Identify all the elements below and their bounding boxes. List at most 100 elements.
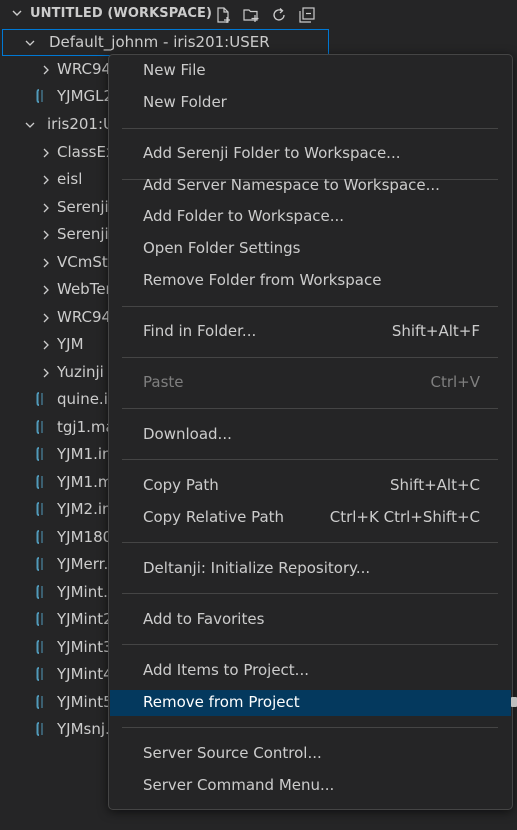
menu-item-shortcut: Shift+Alt+F — [391, 322, 480, 340]
menu-separator — [122, 128, 498, 129]
chevron-down-icon[interactable] — [24, 37, 36, 49]
file-icon — [36, 640, 43, 654]
tree-item-label: WRC94 — [57, 308, 112, 326]
new-folder-icon[interactable] — [240, 4, 262, 26]
tree-item-label: Serenji — [57, 198, 109, 216]
file-icon — [36, 695, 43, 709]
tree-item-label: tgj1.ma — [57, 418, 115, 436]
menu-item-shortcut: Ctrl+K Ctrl+Shift+C — [329, 508, 480, 526]
context-menu: New File New Folder Add Serenji Folder to … — [108, 54, 513, 810]
tree-item-label: WRC94 — [57, 60, 112, 78]
menu-item-label: Remove Folder from Workspace — [143, 271, 382, 289]
file-icon — [36, 667, 43, 681]
menu-item[interactable]: Remove from Project — [110, 690, 511, 716]
menu-item-label: Add Items to Project... — [143, 661, 309, 679]
menu-item-label: Deltanji: Initialize Repository... — [143, 559, 371, 577]
menu-separator — [122, 593, 498, 594]
file-icon — [36, 530, 43, 544]
menu-item-label: Server Source Control... — [143, 744, 322, 762]
tree-item-label: YJM1.in — [57, 445, 112, 463]
menu-item-label: New File — [143, 61, 206, 79]
menu-item-label: Paste — [143, 373, 184, 391]
chevron-right-icon[interactable] — [40, 202, 52, 214]
menu-item[interactable]: Add Server Namespace to Workspace... — [110, 173, 511, 199]
file-icon — [36, 420, 43, 434]
tree-item-label: YJM — [57, 335, 84, 353]
menu-item-label: Add Server Namespace to Workspace... — [143, 176, 440, 194]
file-icon — [36, 585, 43, 599]
menu-item[interactable]: Find in Folder... Shift+Alt+F — [110, 319, 511, 345]
menu-item[interactable]: Add Folder to Workspace... — [110, 204, 511, 230]
collapse-all-icon[interactable] — [296, 4, 318, 26]
chevron-right-icon[interactable] — [40, 367, 52, 379]
vscode-explorer-window: UNTITLED (WORKSPACE) Default_johnm - iri… — [0, 0, 517, 830]
menu-separator — [122, 459, 498, 460]
menu-item[interactable]: Download... — [110, 422, 511, 448]
chevron-right-icon[interactable] — [40, 339, 52, 351]
chevron-right-icon[interactable] — [40, 312, 52, 324]
refresh-icon[interactable] — [268, 4, 290, 26]
workspace-header[interactable]: UNTITLED (WORKSPACE) — [0, 0, 330, 28]
menu-separator — [122, 357, 498, 358]
chevron-right-icon[interactable] — [40, 147, 52, 159]
tree-item-label: YJM180 — [57, 528, 113, 546]
workspace-title: UNTITLED (WORKSPACE) — [30, 6, 213, 21]
tree-item-label: YJMint. — [57, 583, 108, 601]
menu-item-shortcut: Ctrl+V — [430, 373, 480, 391]
menu-item[interactable]: New Folder — [110, 90, 511, 116]
menu-item[interactable]: Add Serenji Folder to Workspace... — [110, 141, 511, 167]
file-icon — [36, 557, 43, 571]
file-icon — [36, 475, 43, 489]
chevron-down-icon[interactable] — [24, 119, 36, 131]
menu-item-label: Remove from Project — [143, 693, 300, 711]
menu-item[interactable]: Remove Folder from Workspace — [110, 268, 511, 294]
tree-item-label: YJM2.in — [57, 500, 112, 518]
tree-folder[interactable]: Default_johnm - iris201:USER — [2, 29, 329, 56]
menu-item[interactable]: Copy Path Shift+Alt+C — [110, 473, 511, 499]
tree-item-label: YJMint4 — [57, 665, 113, 683]
tree-item-label: YJMsnj. — [57, 720, 110, 738]
file-icon — [36, 447, 43, 461]
chevron-down-icon[interactable] — [10, 6, 24, 20]
menu-item[interactable]: Server Command Menu... — [110, 773, 511, 799]
chevron-right-icon[interactable] — [40, 64, 52, 76]
menu-item[interactable]: Copy Relative Path Ctrl+K Ctrl+Shift+C — [110, 505, 511, 531]
menu-item[interactable]: Add Items to Project... — [110, 658, 511, 684]
menu-separator — [122, 542, 498, 543]
tree-item-label: YJMint3 — [57, 638, 113, 656]
menu-item-label: Download... — [143, 425, 232, 443]
chevron-right-icon[interactable] — [40, 284, 52, 296]
menu-separator — [122, 644, 498, 645]
menu-item-shortcut: Shift+Alt+C — [389, 476, 480, 494]
file-icon — [36, 89, 43, 103]
menu-item[interactable]: Deltanji: Initialize Repository... — [110, 556, 511, 582]
chevron-right-icon[interactable] — [40, 174, 52, 186]
menu-separator — [122, 727, 498, 728]
menu-item[interactable]: Server Source Control... — [110, 741, 511, 767]
menu-item-label: Add Folder to Workspace... — [143, 207, 345, 225]
chevron-right-icon[interactable] — [40, 229, 52, 241]
menu-item[interactable]: Add to Favorites — [110, 607, 511, 633]
tree-item-label: YJMGL2 — [57, 87, 114, 105]
menu-item[interactable]: New File — [110, 58, 511, 84]
menu-item-label: Find in Folder... — [143, 322, 257, 340]
menu-item[interactable]: Open Folder Settings — [110, 236, 511, 262]
menu-separator — [122, 306, 498, 307]
tree-item-label: eisl — [57, 170, 83, 188]
tree-item-label: YJMerr. — [57, 555, 109, 573]
menu-item: Paste Ctrl+V — [110, 370, 511, 396]
tree-item-label: Yuzinji — [57, 363, 104, 381]
menu-item-label: Add to Favorites — [143, 610, 265, 628]
file-icon — [36, 392, 43, 406]
file-icon — [36, 502, 43, 516]
menu-item-label: Copy Relative Path — [143, 508, 285, 526]
scrollbar-thumb[interactable] — [511, 697, 517, 707]
file-icon — [36, 722, 43, 736]
tree-item-label: Default_johnm - iris201:USER — [49, 33, 270, 51]
file-icon — [36, 612, 43, 626]
chevron-right-icon[interactable] — [40, 257, 52, 269]
tree-item-label: YJMint2 — [57, 610, 113, 628]
menu-item-label: Open Folder Settings — [143, 239, 301, 257]
new-file-icon[interactable] — [212, 4, 234, 26]
menu-item-label: Copy Path — [143, 476, 219, 494]
